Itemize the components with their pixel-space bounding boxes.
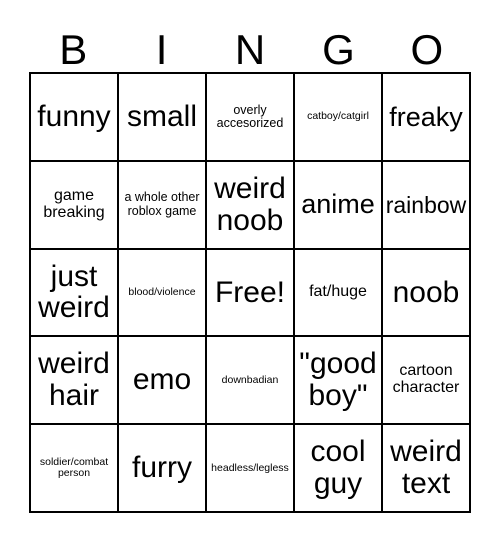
bingo-cell-r2c1[interactable]: game breaking xyxy=(31,161,119,250)
bingo-cell-r5c5[interactable]: weird text xyxy=(383,425,471,513)
bingo-cell-r2c3[interactable]: weird noob xyxy=(207,161,295,250)
bingo-cell-label: overly accesorized xyxy=(216,102,284,130)
bingo-cell-r5c3[interactable]: headless/legless xyxy=(207,425,295,513)
bingo-cell-r5c4[interactable]: cool guy xyxy=(295,425,383,513)
bingo-cell-label: anime xyxy=(301,189,375,220)
bingo-header-letter-o: O xyxy=(410,26,444,73)
bingo-header-letter-b: B xyxy=(59,26,88,73)
bingo-cell-r3c2[interactable]: blood/violence xyxy=(119,249,207,338)
bingo-cell-r2c4[interactable]: anime xyxy=(295,161,383,250)
bingo-cell-r3c5[interactable]: noob xyxy=(383,249,471,338)
bingo-header-letter-n: N xyxy=(234,26,266,73)
bingo-cell-label: weird text xyxy=(390,435,462,501)
bingo-cell-r2c5[interactable]: rainbow xyxy=(383,161,471,250)
bingo-cell-label: noob xyxy=(392,275,460,309)
bingo-header-letter-i: I xyxy=(155,26,168,73)
bingo-card: B I N G O funny small overly accesorized… xyxy=(0,0,500,544)
bingo-cell-label: emo xyxy=(132,363,192,397)
bingo-cell-r4c1[interactable]: weird hair xyxy=(31,337,119,426)
bingo-cell-label: cool guy xyxy=(310,435,366,501)
bingo-header-letter-g: G xyxy=(322,26,355,73)
bingo-cell-label: weird hair xyxy=(38,347,110,413)
bingo-cell-label: cartoon character xyxy=(392,362,460,397)
bingo-header-row: B I N G O xyxy=(29,18,471,72)
bingo-cell-label: rainbow xyxy=(385,191,467,218)
bingo-cell-r3c4[interactable]: fat/huge xyxy=(295,249,383,338)
bingo-cell-label: freaky xyxy=(389,101,463,132)
bingo-cell-label: "good boy" xyxy=(299,347,377,413)
bingo-cell-r5c2[interactable]: furry xyxy=(119,425,207,513)
bingo-cell-label: weird noob xyxy=(214,171,286,237)
bingo-cell-label: Free! xyxy=(214,275,286,309)
bingo-cell-r3c1[interactable]: just weird xyxy=(31,249,119,338)
bingo-cell-label: small xyxy=(126,100,197,133)
bingo-cell-label: a whole other roblox game xyxy=(124,190,200,218)
bingo-cell-label: fat/huge xyxy=(309,283,367,301)
bingo-cell-r4c5[interactable]: cartoon character xyxy=(383,337,471,426)
bingo-cell-label: soldier/combat person xyxy=(39,455,109,480)
bingo-cell-label: game breaking xyxy=(43,186,105,221)
bingo-cell-r5c1[interactable]: soldier/combat person xyxy=(31,425,119,513)
bingo-cell-r4c3[interactable]: downbadian xyxy=(207,337,295,426)
bingo-cell-label: funny xyxy=(37,100,111,133)
bingo-cell-r1c1[interactable]: funny xyxy=(31,74,119,162)
bingo-cell-label: downbadian xyxy=(221,373,279,386)
bingo-cell-r1c3[interactable]: overly accesorized xyxy=(207,74,295,162)
bingo-cell-r1c5[interactable]: freaky xyxy=(383,74,471,162)
bingo-cell-r1c2[interactable]: small xyxy=(119,74,207,162)
bingo-cell-label: furry xyxy=(132,451,192,485)
bingo-cell-free[interactable]: Free! xyxy=(207,249,295,338)
bingo-cell-label: headless/legless xyxy=(211,461,289,474)
bingo-cell-label: just weird xyxy=(38,259,110,325)
bingo-cell-r4c2[interactable]: emo xyxy=(119,337,207,426)
bingo-cell-label: blood/violence xyxy=(128,285,196,298)
bingo-cell-r4c4[interactable]: "good boy" xyxy=(295,337,383,426)
bingo-cell-label: catboy/catgirl xyxy=(307,110,369,123)
bingo-grid: funny small overly accesorized catboy/ca… xyxy=(29,72,471,513)
bingo-cell-r2c2[interactable]: a whole other roblox game xyxy=(119,161,207,250)
bingo-cell-r1c4[interactable]: catboy/catgirl xyxy=(295,74,383,162)
